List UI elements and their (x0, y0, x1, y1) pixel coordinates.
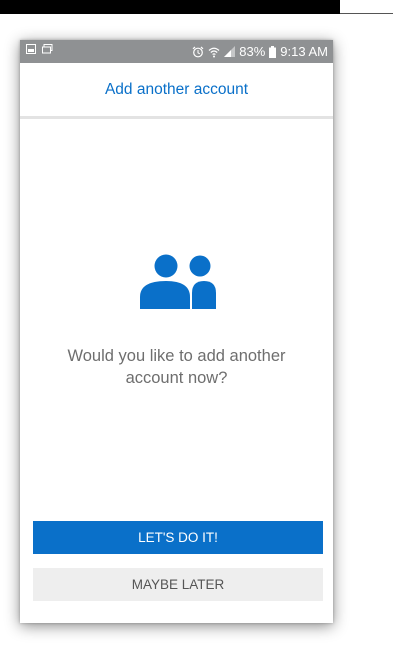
prompt-line-1: Would you like to add another (67, 347, 286, 365)
notification-icon (42, 44, 53, 54)
page-title: Add another account (104, 80, 249, 98)
signal-icon (224, 46, 236, 57)
phone-screen: 83% 9:13 AM Add another account Would yo… (20, 40, 333, 623)
status-right-icons: 83% 9:13 AM (192, 44, 328, 59)
alarm-icon (192, 46, 204, 58)
battery-percent: 83% (239, 44, 266, 59)
status-left-icons (26, 44, 53, 54)
lets-do-it-button[interactable]: LET'S DO IT! (33, 521, 323, 554)
status-bar: 83% 9:13 AM (20, 40, 333, 63)
gallery-icon (26, 44, 36, 54)
maybe-later-button[interactable]: MAYBE LATER (33, 568, 323, 601)
prompt-line-2: account now? (125, 369, 228, 387)
app-header: Add another account (20, 63, 333, 119)
people-icon (138, 253, 218, 309)
top-divider (340, 13, 393, 14)
add-account-prompt: Would you like to add another account no… (20, 345, 333, 389)
status-time: 9:13 AM (280, 44, 328, 59)
top-black-bar (0, 0, 340, 14)
battery-icon (269, 45, 277, 58)
wifi-icon (208, 46, 220, 58)
